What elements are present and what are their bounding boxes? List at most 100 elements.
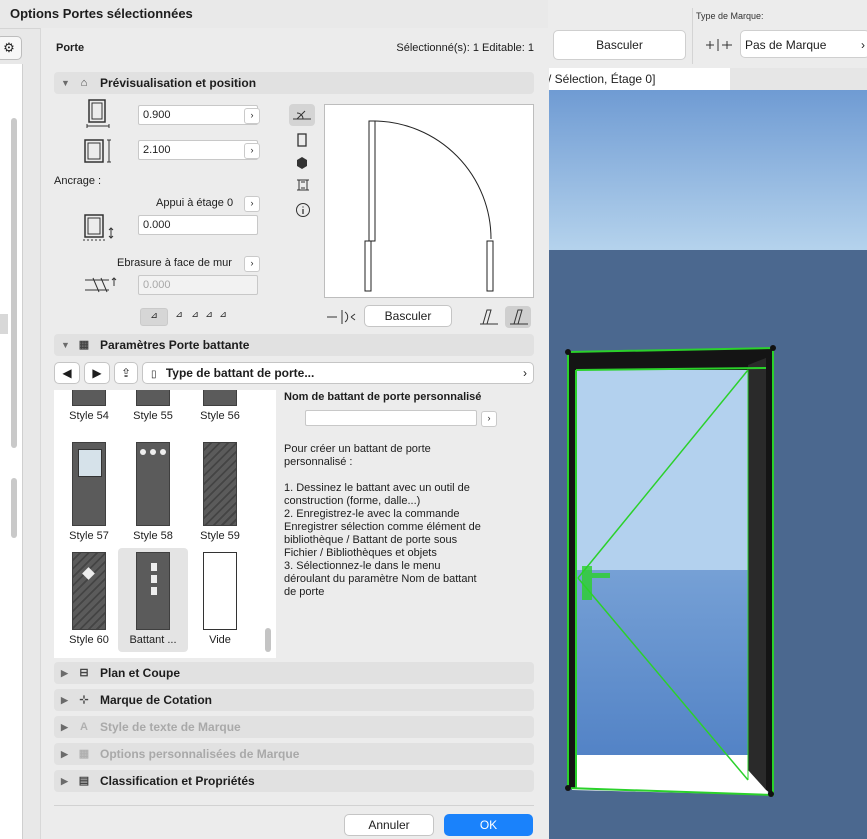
tab-view[interactable]: / Sélection, Étage 0] [548,68,730,90]
custom-name-label: Nom de battant de porte personnalisé [284,391,482,403]
instruction-line: 1. Dessinez le battant avec un outil de [284,482,470,494]
style-label: Style 57 [69,530,109,542]
section-label: Marque de Cotation [100,693,213,707]
door-style-thumbnail [203,390,237,406]
cancel-button[interactable]: Annuler [344,814,434,836]
section-dimension-marker[interactable]: ▶ ⊹ Marque de Cotation [54,689,534,711]
door-options-dialog: Porte Sélectionné(s): 1 Editable: 1 ▼ ⌂ … [40,28,549,839]
reveal-label: Ebrasure à face de mur [117,257,232,269]
door-leaf-params-icon: ▦ [78,339,90,351]
section-door-leaf[interactable]: ▼ ▦ Paramètres Porte battante [54,334,534,356]
style-item[interactable]: Style 57 [54,442,124,542]
width-link-button[interactable]: › [244,108,260,124]
section-label: Style de texte de Marque [100,720,241,734]
style-label: Style 60 [69,634,109,646]
opening-side-alt-icon[interactable] [505,306,531,328]
plan-view-icon[interactable] [289,104,315,126]
door-style-thumbnail [203,552,237,630]
section-view-icon[interactable] [295,178,311,192]
previous-button[interactable]: ◀ [54,362,80,384]
disclosure-open-icon: ▼ [61,78,70,88]
section-preview[interactable]: ▼ ⌂ Prévisualisation et position [54,72,534,94]
style-item[interactable]: Style 59 [185,442,255,542]
instruction-line: Enregistrer sélection comme élément de [284,521,481,533]
door-style-thumbnail [136,442,170,526]
instructions-text: Pour créer un battant de porte personnal… [284,443,514,599]
anchor-mode-icon[interactable]: ⊿ [188,308,202,322]
dialog-titlebar: Options Portes sélectionnées [0,0,548,29]
section-plan-section[interactable]: ▶ ⊟ Plan et Coupe [54,662,534,684]
library-up-icon[interactable]: ⇪ [114,362,138,384]
style-label: Style 58 [133,530,173,542]
anchor-mode-icon[interactable]: ⊿ [140,308,168,326]
3d-viewport[interactable] [548,90,867,839]
door-style-thumbnail [136,552,170,630]
height-input[interactable]: 2.100 [138,140,258,160]
door-style-thumbnail [72,552,106,630]
text-style-icon: A [80,721,88,733]
opening-side-icon[interactable] [477,306,501,328]
classification-icon: ▤ [78,775,90,787]
door-leaf-small-icon: ▯ [151,369,157,380]
flip-button[interactable]: Basculer [364,305,452,327]
background-left-panel: ⚙ [0,28,40,839]
anchor-reference-button[interactable]: › [244,196,260,212]
style-item-selected[interactable]: Battant ... [118,548,188,652]
reveal-input: 0.000 [138,275,258,295]
scrollbar[interactable] [11,478,17,538]
selection-info: Sélectionné(s): 1 Editable: 1 [396,42,534,54]
custom-options-icon: ▦ [78,748,90,760]
instruction-line: Pour créer un battant de porte [284,443,431,455]
style-item[interactable]: Style 55 [118,390,188,422]
reveal-icon [83,274,119,298]
disclosure-closed-icon: ▶ [61,749,68,759]
leaf-type-select[interactable]: ▯ Type de battant de porte... › [142,362,534,384]
background-toolbar: Basculer Type de Marque: Pas de Marque › [548,0,867,69]
door-style-thumbnail [203,442,237,526]
info-icon[interactable] [295,202,311,218]
reveal-button[interactable]: › [244,256,260,272]
scrollbar[interactable] [11,118,17,448]
instruction-line [284,469,514,482]
marker-type-select[interactable]: Pas de Marque › [740,30,867,58]
style-item[interactable]: Style 60 [54,552,124,646]
anchor-mode-icon[interactable]: ⊿ [202,308,216,322]
anchor-input[interactable]: 0.000 [138,215,258,235]
style-item[interactable]: Style 56 [185,390,255,422]
marker-type-label: Type de Marque: [696,11,764,21]
style-label: Style 56 [200,410,240,422]
width-input[interactable]: 0.900 [138,105,258,125]
background-flip-button[interactable]: Basculer [553,30,686,60]
custom-name-input[interactable] [305,410,477,426]
custom-name-button[interactable]: › [481,411,497,427]
disclosure-closed-icon: ▶ [61,722,68,732]
background-tabbar: / Sélection, Étage 0] [548,68,867,90]
door-style-thumbnail [72,442,106,526]
height-link-button[interactable]: › [244,143,260,159]
style-item[interactable]: Vide [185,552,255,646]
section-label: Classification et Propriétés [100,774,255,788]
elevation-view-icon[interactable] [295,132,309,148]
list-selection [0,314,8,334]
style-item[interactable]: Style 54 [54,390,124,422]
next-button[interactable]: ▶ [84,362,110,384]
leaf-toolbar: ◀ ▶ ⇪ ▯ Type de battant de porte... › [54,362,534,386]
style-item[interactable]: Style 58 [118,442,188,542]
door-width-icon [83,98,113,130]
ok-button[interactable]: OK [444,814,533,836]
anchor-label: Ancrage : [54,175,102,187]
flip-icon [325,306,359,328]
style-label: Style 54 [69,410,109,422]
anchor-mode-buttons: ⊿ ⊿ ⊿ ⊿ ⊿ [140,306,260,326]
marker-type-value: Pas de Marque [745,38,827,52]
library-scrollbar[interactable] [265,628,271,652]
door-style-library: Style 54 Style 55 Style 56 Style 57 Styl… [54,390,276,658]
style-label: Battant ... [129,634,177,646]
anchor-mode-icon[interactable]: ⊿ [216,308,230,322]
door-preview-canvas [324,104,534,298]
style-label: Vide [209,634,231,646]
section-classification[interactable]: ▶ ▤ Classification et Propriétés [54,770,534,792]
anchor-mode-icon[interactable]: ⊿ [172,308,186,322]
3d-view-icon[interactable] [295,155,309,171]
gear-icon[interactable]: ⚙ [0,36,22,60]
